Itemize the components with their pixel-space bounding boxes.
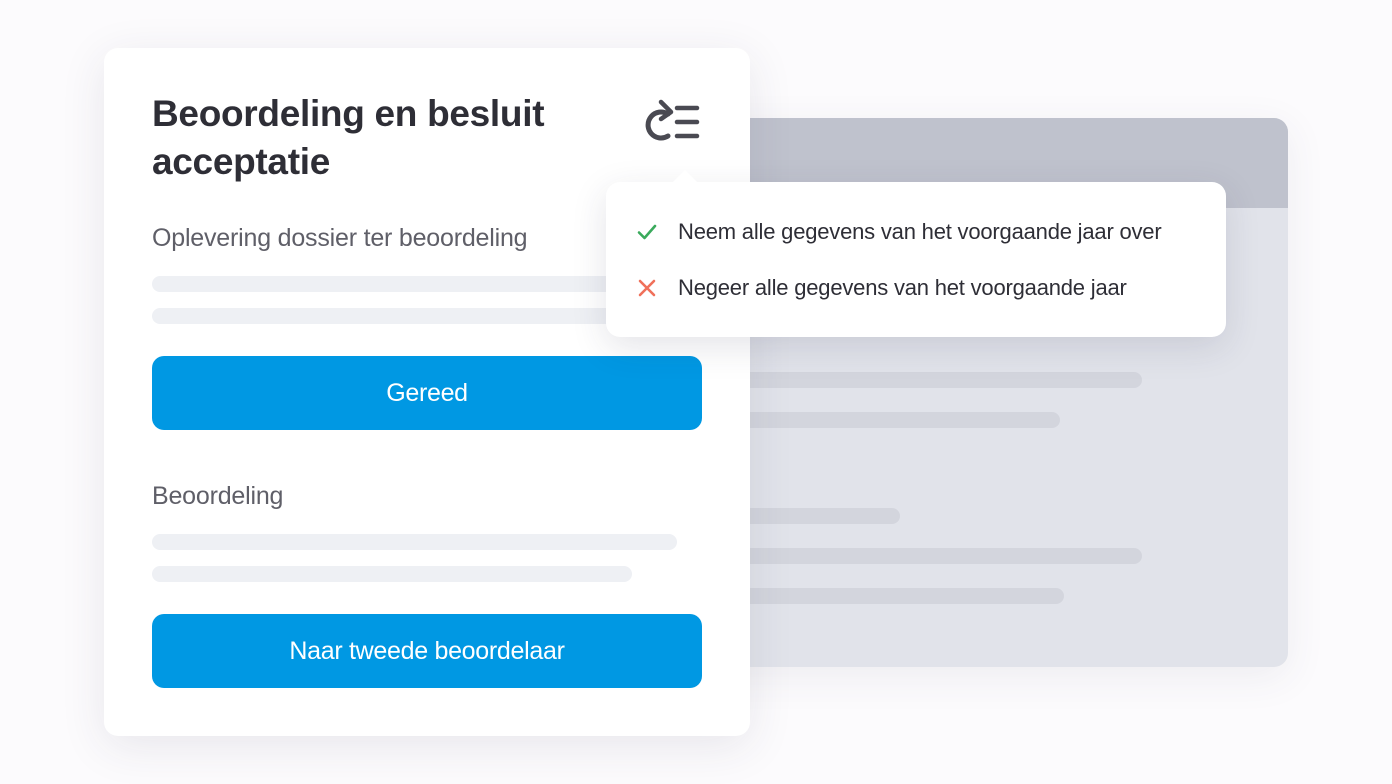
background-skeleton-line <box>740 508 900 524</box>
done-button[interactable]: Gereed <box>152 356 702 430</box>
popover-arrow <box>672 170 698 183</box>
close-icon <box>636 276 660 300</box>
check-icon <box>636 220 660 244</box>
skeleton-line <box>152 534 677 550</box>
data-carryover-popover: Neem alle gegevens van het voorgaande ja… <box>606 170 1226 337</box>
option-ignore-data[interactable]: Negeer alle gegevens van het voorgaande … <box>636 268 1127 308</box>
section-label-delivery: Oplevering dossier ter beoordeling <box>152 224 528 252</box>
background-skeleton-line <box>740 548 1142 564</box>
skeleton-line <box>152 308 652 324</box>
background-skeleton-line <box>740 412 1060 428</box>
option-label: Neem alle gegevens van het voorgaande ja… <box>678 219 1162 244</box>
card-title: Beoordeling en besluit acceptatie <box>152 93 545 182</box>
sync-list-icon[interactable] <box>644 98 700 142</box>
second-reviewer-button[interactable]: Naar tweede beoordelaar <box>152 614 702 688</box>
option-take-over-data[interactable]: Neem alle gegevens van het voorgaande ja… <box>636 212 1162 252</box>
background-skeleton-line <box>740 372 1142 388</box>
background-skeleton-line <box>740 588 1064 604</box>
review-card: Beoordeling en besluit acceptatie Opleve… <box>104 48 750 736</box>
option-label: Negeer alle gegevens van het voorgaande … <box>678 275 1127 300</box>
stage: Beoordeling en besluit acceptatie Opleve… <box>0 0 1392 784</box>
skeleton-line <box>152 566 632 582</box>
skeleton-line <box>152 276 652 292</box>
section-label-review: Beoordeling <box>152 482 284 510</box>
